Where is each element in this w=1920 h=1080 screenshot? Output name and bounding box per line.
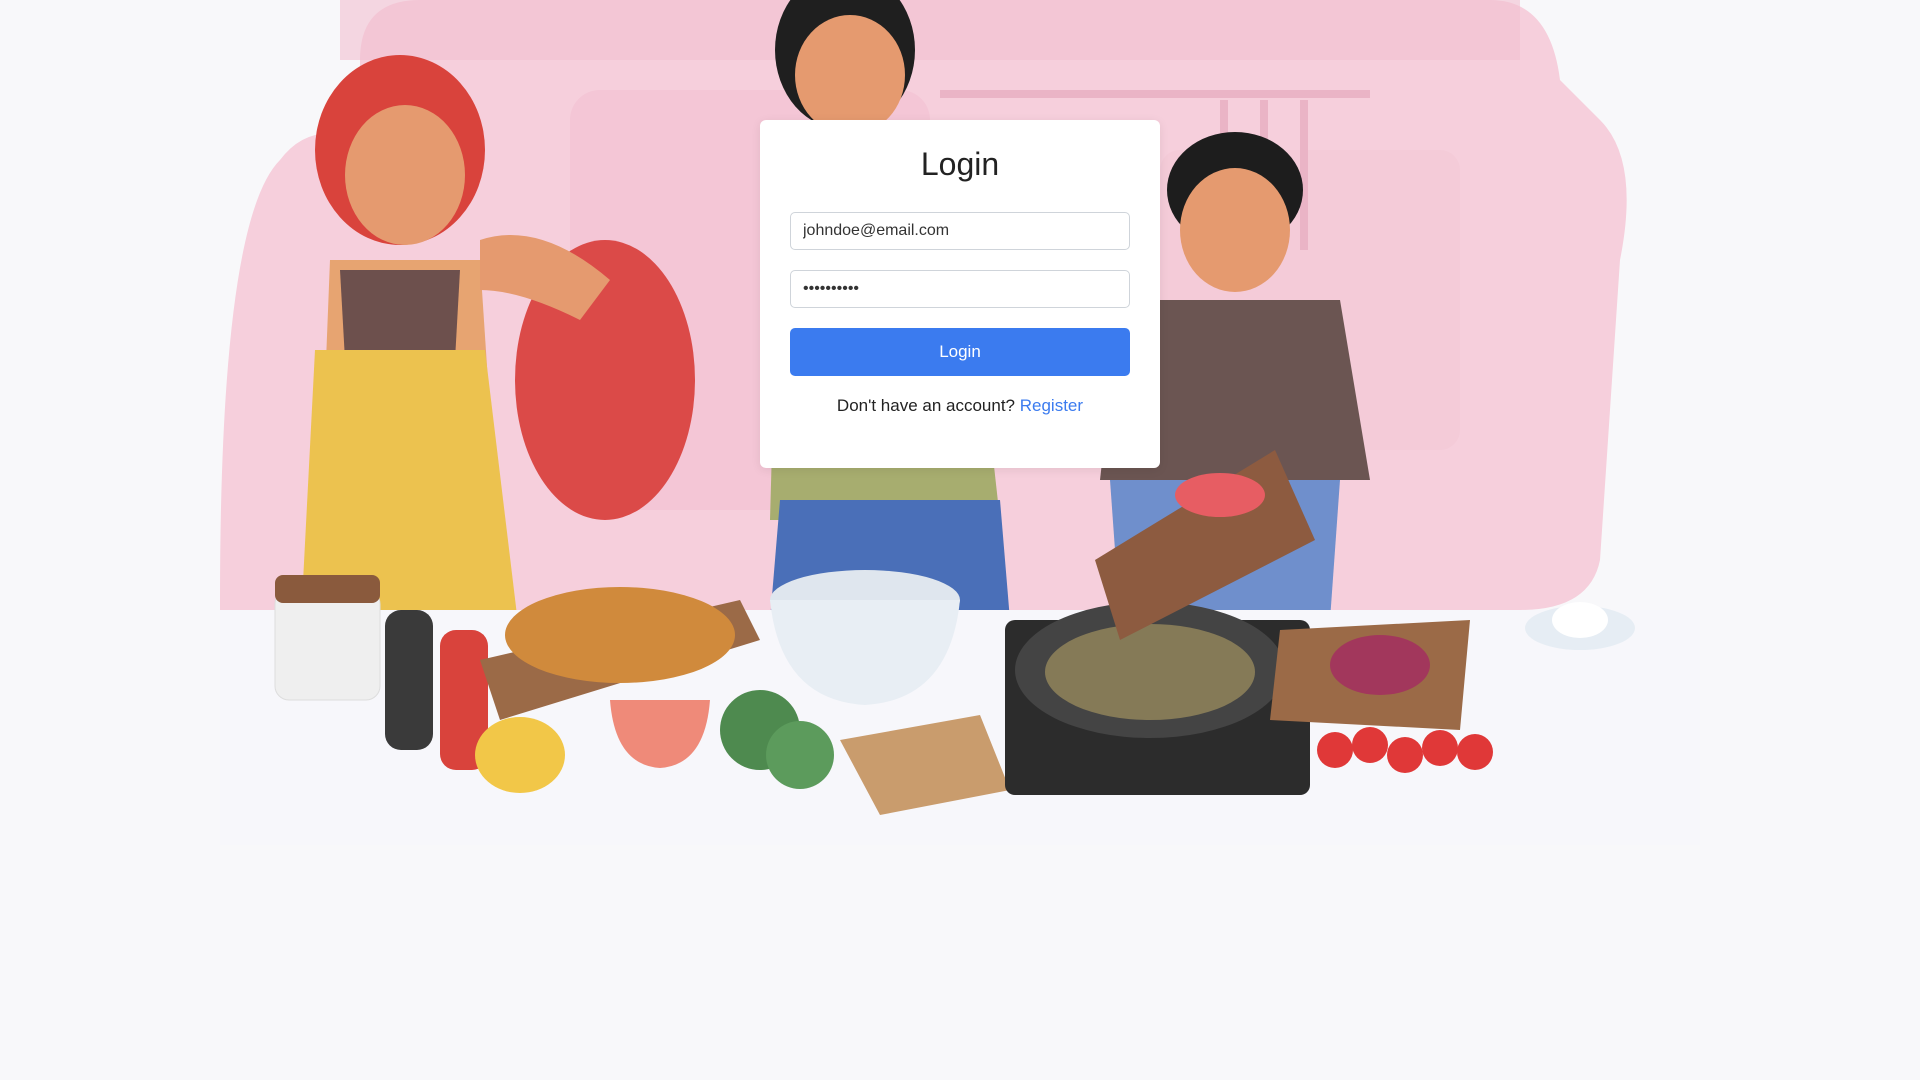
password-field[interactable]: [790, 270, 1130, 308]
login-page: Login Login Don't have an account? Regis…: [0, 0, 1920, 1080]
login-button[interactable]: Login: [790, 328, 1130, 376]
login-card: Login Login Don't have an account? Regis…: [760, 120, 1160, 468]
register-prompt-text: Don't have an account?: [836, 396, 1016, 415]
page-title: Login: [920, 146, 1000, 182]
register-link[interactable]: Register: [1020, 396, 1083, 415]
register-prompt: Don't have an account? Register: [790, 396, 1130, 416]
email-field[interactable]: [790, 212, 1130, 250]
